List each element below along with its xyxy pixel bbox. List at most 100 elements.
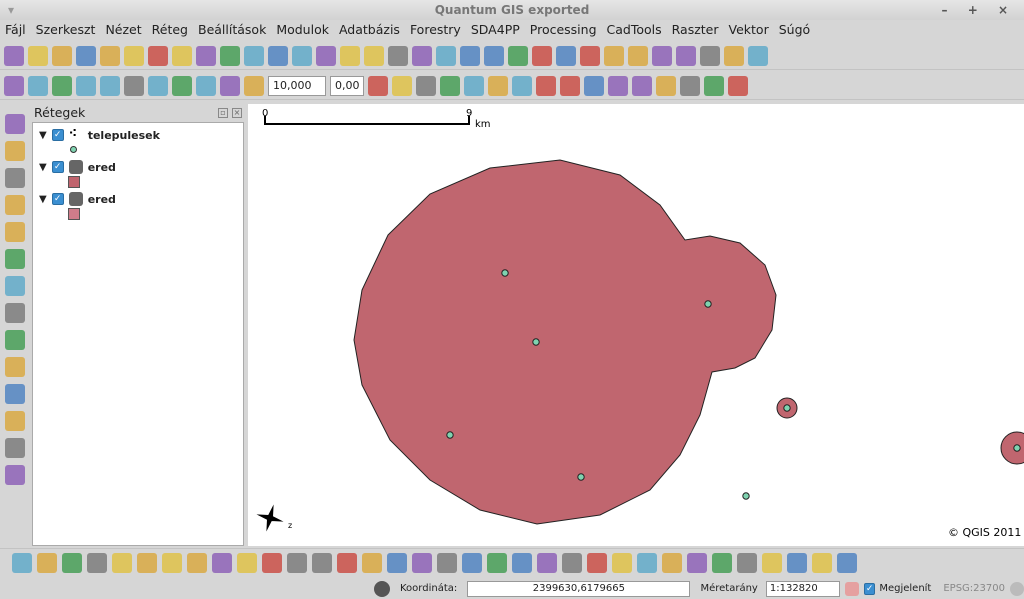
zoom-last-icon[interactable] [5, 303, 25, 323]
label-b-icon[interactable] [704, 75, 724, 96]
window-menu-icon[interactable]: ▾ [8, 0, 14, 20]
menu-10[interactable]: CadTools [602, 20, 667, 40]
binoculars-icon[interactable] [687, 552, 707, 573]
menu-4[interactable]: Beállítások [193, 20, 271, 40]
convert-icon[interactable] [612, 552, 632, 573]
dxf-icon[interactable] [412, 552, 432, 573]
merge-attr-icon[interactable] [632, 75, 652, 96]
label-tool-icon[interactable] [5, 384, 25, 404]
table-manager-icon[interactable] [337, 552, 357, 573]
zoom-native-icon[interactable] [5, 276, 25, 296]
move-label-icon[interactable] [5, 438, 25, 458]
help-icon[interactable] [628, 45, 648, 66]
plugin-b-icon[interactable] [748, 45, 768, 66]
add-delimited-icon[interactable] [340, 45, 360, 66]
toggle-edit-icon[interactable] [4, 75, 24, 96]
render-checkbox[interactable]: ✓ [863, 582, 876, 595]
fTools-icon[interactable] [262, 552, 282, 573]
zoom-in-icon[interactable] [5, 141, 25, 161]
telepules-point[interactable] [783, 404, 791, 412]
identify-icon[interactable] [412, 45, 432, 66]
print-composer-icon[interactable] [100, 45, 120, 66]
refresh-icon[interactable] [5, 357, 25, 377]
add-ring-icon[interactable] [416, 75, 436, 96]
layer-visibility-checkbox[interactable]: ✓ [51, 161, 64, 173]
openlayers-icon[interactable] [532, 45, 552, 66]
move-feature-icon[interactable] [76, 75, 96, 96]
undo-icon[interactable] [368, 75, 388, 96]
add-wfs-icon[interactable] [268, 45, 288, 66]
lemon-icon[interactable] [837, 552, 857, 573]
connect-icon[interactable] [587, 552, 607, 573]
menu-3[interactable]: Réteg [147, 20, 193, 40]
zoom-out-icon[interactable] [5, 168, 25, 188]
north-arrow-icon[interactable] [212, 552, 232, 573]
delete-selected-icon[interactable] [124, 75, 144, 96]
whats-this-icon[interactable] [652, 45, 672, 66]
layer-item[interactable]: ▼ ✓ ered [39, 191, 116, 207]
label-c-icon[interactable] [728, 75, 748, 96]
photo-icon[interactable] [712, 552, 732, 573]
rotate-label-icon[interactable] [5, 465, 25, 485]
home-icon[interactable] [580, 45, 600, 66]
edit-icon[interactable] [537, 552, 557, 573]
menu-8[interactable]: SDA4PP [466, 20, 525, 40]
heatmap-icon[interactable] [37, 552, 57, 573]
gdal-icon[interactable] [237, 552, 257, 573]
menu-9[interactable]: Processing [525, 20, 602, 40]
scale-spinbox[interactable]: 10,000 [268, 75, 326, 96]
text-annotation-icon[interactable] [604, 45, 624, 66]
add-spatialite-icon[interactable] [220, 45, 240, 66]
offset-curve-icon[interactable] [560, 75, 580, 96]
save-as-icon[interactable] [76, 45, 96, 66]
bus-icon[interactable] [387, 552, 407, 573]
crs-icon[interactable] [1010, 581, 1024, 596]
coordinate-toggle-icon[interactable] [374, 580, 390, 597]
merge-icon[interactable] [608, 75, 628, 96]
statistics-icon[interactable] [462, 552, 482, 573]
simplify-icon[interactable] [220, 75, 240, 96]
time-manager-icon[interactable] [512, 552, 532, 573]
dxf2shp-icon[interactable] [812, 552, 832, 573]
label-a-icon[interactable] [680, 75, 700, 96]
coordinate-field[interactable]: 2399630,6179665 [467, 580, 691, 597]
expand-arrow-icon[interactable]: ▼ [39, 194, 47, 205]
save-edits-icon[interactable] [28, 75, 48, 96]
open-project-icon[interactable] [28, 45, 48, 66]
measure-icon[interactable] [436, 45, 456, 66]
copy-icon[interactable] [172, 75, 192, 96]
scale-field[interactable]: 1:132820 [765, 580, 840, 597]
float-panel-button[interactable]: ▫ [218, 108, 228, 118]
zoom-layer-icon[interactable] [5, 249, 25, 269]
ered-polygon[interactable] [353, 159, 777, 525]
save-icon[interactable] [52, 45, 72, 66]
menu-0[interactable]: Fájl [0, 20, 31, 40]
menu-6[interactable]: Adatbázis [334, 20, 405, 40]
stop-render-icon[interactable] [844, 581, 859, 596]
add-raster-icon[interactable] [172, 45, 192, 66]
delete-part-icon[interactable] [512, 75, 532, 96]
remove-layer-icon[interactable] [316, 45, 336, 66]
measure-line-icon[interactable] [484, 45, 504, 66]
spatial-query-icon[interactable] [287, 552, 307, 573]
plugin-a-icon[interactable] [724, 45, 744, 66]
add-postgis-icon[interactable] [196, 45, 216, 66]
menu-12[interactable]: Vektor [724, 20, 774, 40]
paste-icon[interactable] [196, 75, 216, 96]
select-feature-icon[interactable] [388, 45, 408, 66]
layer-item[interactable]: ▼ ✓ ered [39, 159, 116, 175]
close-panel-button[interactable]: × [232, 108, 242, 118]
split-icon[interactable] [584, 75, 604, 96]
road-graph-icon[interactable] [312, 552, 332, 573]
attribute-table-icon[interactable] [460, 45, 480, 66]
expand-arrow-icon[interactable]: ▼ [39, 130, 47, 141]
telepules-point[interactable] [446, 431, 454, 439]
zonal-icon[interactable] [87, 552, 107, 573]
spit-icon[interactable] [562, 552, 582, 573]
layer-visibility-checkbox[interactable]: ✓ [51, 193, 64, 205]
osm-icon[interactable] [112, 552, 132, 573]
layer-visibility-checkbox[interactable]: ✓ [51, 129, 64, 141]
fill-ring-icon[interactable] [464, 75, 484, 96]
crs-label[interactable]: EPSG:23700 [943, 583, 1005, 594]
redo-icon[interactable] [392, 75, 412, 96]
